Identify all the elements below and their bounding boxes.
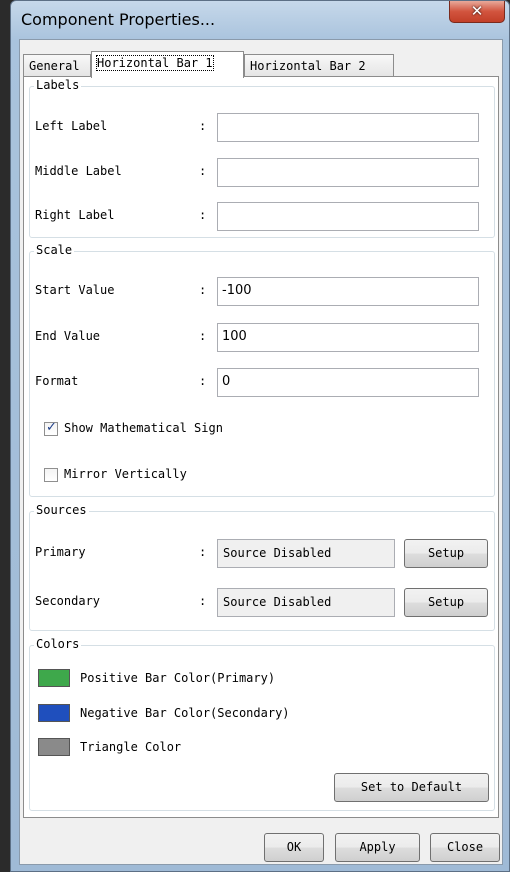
dialog-client: General Horizontal Bar 1 Horizontal Bar …: [19, 39, 503, 865]
colon: :: [199, 545, 207, 559]
left-label-caption: Left Label: [35, 119, 108, 133]
scale-group: Scale Start Value : -100 End Value : 100…: [29, 243, 495, 497]
labels-group: Labels Left Label : Middle Label : Right…: [29, 78, 495, 238]
tab-panel: Labels Left Label : Middle Label : Right…: [23, 76, 499, 818]
secondary-caption: Secondary: [35, 594, 101, 608]
format-input[interactable]: 0: [217, 368, 479, 397]
colon: :: [199, 329, 207, 343]
tab-horizontal-bar-1[interactable]: Horizontal Bar 1: [91, 51, 244, 78]
start-value-input[interactable]: -100: [217, 277, 479, 306]
middle-label-input[interactable]: [217, 158, 479, 187]
set-to-default-button[interactable]: Set to Default: [334, 773, 489, 802]
colon: :: [199, 594, 207, 608]
end-value-caption: End Value: [35, 329, 101, 343]
colors-group-title: Colors: [34, 637, 82, 651]
triangle-color-label: Triangle Color: [80, 740, 182, 754]
sources-group-title: Sources: [34, 503, 89, 517]
format-caption: Format: [35, 374, 79, 388]
mirror-vertically-checkbox[interactable]: [44, 468, 58, 482]
scale-group-title: Scale: [34, 243, 75, 257]
right-label-caption: Right Label: [35, 208, 115, 222]
ok-button[interactable]: OK: [264, 833, 324, 862]
window-title: Component Properties...: [21, 10, 216, 29]
end-value-input[interactable]: 100: [217, 323, 479, 352]
tab-horizontal-bar-2[interactable]: Horizontal Bar 2: [244, 54, 394, 77]
left-label-input[interactable]: [217, 113, 479, 142]
positive-color-label: Positive Bar Color(Primary): [80, 671, 276, 685]
primary-source-field: Source Disabled: [217, 539, 395, 568]
sources-group: Sources Primary : Source Disabled Setup …: [29, 503, 495, 631]
colon: :: [199, 119, 207, 133]
close-button[interactable]: Close: [430, 833, 500, 862]
negative-color-swatch[interactable]: [38, 704, 70, 722]
show-sign-checkbox[interactable]: [44, 420, 58, 436]
show-sign-label[interactable]: Show Mathematical Sign: [64, 421, 223, 435]
triangle-color-swatch[interactable]: [38, 738, 70, 756]
secondary-setup-button[interactable]: Setup: [404, 588, 488, 617]
negative-color-label: Negative Bar Color(Secondary): [80, 706, 290, 720]
colon: :: [199, 208, 207, 222]
colors-group: Colors Positive Bar Color(Primary) Negat…: [29, 637, 495, 811]
title-bar[interactable]: Component Properties... ✕: [11, 1, 509, 39]
colon: :: [199, 374, 207, 388]
apply-button[interactable]: Apply: [335, 833, 420, 862]
middle-label-caption: Middle Label: [35, 164, 122, 178]
window-close-button[interactable]: ✕: [449, 1, 505, 23]
properties-window: Component Properties... ✕ General Horizo…: [10, 0, 510, 872]
labels-group-title: Labels: [34, 78, 82, 92]
right-label-input[interactable]: [217, 202, 479, 231]
primary-caption: Primary: [35, 545, 86, 559]
secondary-source-field: Source Disabled: [217, 588, 395, 617]
colon: :: [199, 283, 207, 297]
close-icon: ✕: [470, 2, 484, 20]
positive-color-swatch[interactable]: [38, 669, 70, 687]
colon: :: [199, 164, 207, 178]
tab-general[interactable]: General: [23, 54, 91, 77]
primary-setup-button[interactable]: Setup: [404, 539, 488, 568]
start-value-caption: Start Value: [35, 283, 115, 297]
mirror-vertically-label[interactable]: Mirror Vertically: [64, 467, 187, 481]
